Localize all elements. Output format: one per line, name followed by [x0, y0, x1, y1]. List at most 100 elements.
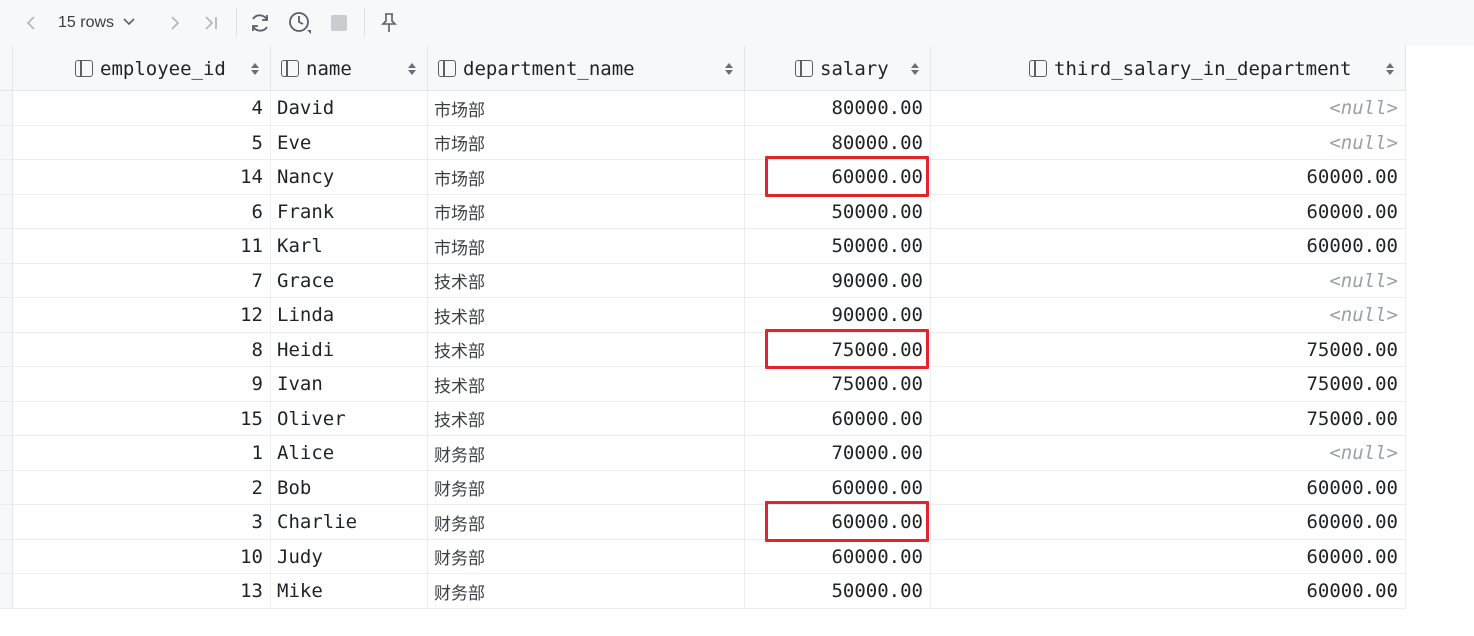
pin-tab-button[interactable] [375, 9, 403, 37]
cell-name[interactable]: Heidi [271, 332, 428, 367]
row-gutter[interactable] [0, 574, 13, 608]
cell-employee-id[interactable]: 3 [13, 505, 271, 540]
cell-department-name[interactable]: 技术部 [428, 367, 745, 402]
cell-third-salary-in-department[interactable]: 60000.00 [931, 470, 1406, 505]
cell-employee-id[interactable]: 7 [13, 263, 271, 298]
refresh-button[interactable] [246, 9, 274, 37]
cell-name[interactable]: Grace [271, 263, 428, 298]
cell-employee-id[interactable]: 2 [13, 470, 271, 505]
table-row[interactable]: 15 Oliver 技术部 60000.00 75000.00 [0, 401, 1406, 436]
table-row[interactable]: 3 Charlie 财务部 60000.00 60000.00 [0, 505, 1406, 540]
cell-department-name[interactable]: 财务部 [428, 574, 745, 609]
sort-icon[interactable] [1385, 62, 1395, 76]
cell-salary[interactable]: 50000.00 [745, 574, 931, 609]
cell-department-name[interactable]: 技术部 [428, 332, 745, 367]
cell-third-salary-in-department[interactable]: 60000.00 [931, 160, 1406, 195]
cell-department-name[interactable]: 财务部 [428, 539, 745, 574]
cell-department-name[interactable]: 市场部 [428, 229, 745, 264]
cell-third-salary-in-department[interactable]: 60000.00 [931, 229, 1406, 264]
table-row[interactable]: 8 Heidi 技术部 75000.00 75000.00 [0, 332, 1406, 367]
cell-department-name[interactable]: 市场部 [428, 194, 745, 229]
table-row[interactable]: 6 Frank 市场部 50000.00 60000.00 [0, 194, 1406, 229]
page-size-select[interactable]: 15 rows [58, 9, 136, 37]
next-page-button[interactable] [160, 9, 188, 37]
cell-third-salary-in-department[interactable]: <null> [931, 263, 1406, 298]
cell-employee-id[interactable]: 5 [13, 125, 271, 160]
cell-department-name[interactable]: 财务部 [428, 505, 745, 540]
row-gutter[interactable] [0, 263, 13, 297]
cell-third-salary-in-department[interactable]: <null> [931, 298, 1406, 333]
cell-name[interactable]: Oliver [271, 401, 428, 436]
column-header-third-salary-in-department[interactable]: third_salary_in_department [931, 46, 1406, 91]
cell-salary[interactable]: 80000.00 [745, 91, 931, 126]
cell-salary[interactable]: 60000.00 [745, 401, 931, 436]
cell-employee-id[interactable]: 11 [13, 229, 271, 264]
cell-salary[interactable]: 50000.00 [745, 194, 931, 229]
cell-department-name[interactable]: 技术部 [428, 263, 745, 298]
cell-salary[interactable]: 70000.00 [745, 436, 931, 471]
row-gutter[interactable] [0, 91, 13, 125]
cell-third-salary-in-department[interactable]: 75000.00 [931, 367, 1406, 402]
cell-third-salary-in-department[interactable]: 60000.00 [931, 539, 1406, 574]
cell-third-salary-in-department[interactable]: <null> [931, 91, 1406, 126]
cell-employee-id[interactable]: 8 [13, 332, 271, 367]
cell-employee-id[interactable]: 4 [13, 91, 271, 126]
table-row[interactable]: 11 Karl 市场部 50000.00 60000.00 [0, 229, 1406, 264]
sort-icon[interactable] [724, 62, 734, 76]
table-row[interactable]: 7 Grace 技术部 90000.00 <null> [0, 263, 1406, 298]
sort-icon[interactable] [250, 62, 260, 76]
cell-name[interactable]: Karl [271, 229, 428, 264]
column-header-employee-id[interactable]: employee_id [13, 46, 271, 91]
cell-employee-id[interactable]: 10 [13, 539, 271, 574]
cell-salary[interactable]: 80000.00 [745, 125, 931, 160]
row-gutter[interactable] [0, 229, 13, 263]
cell-name[interactable]: Alice [271, 436, 428, 471]
cell-employee-id[interactable]: 12 [13, 298, 271, 333]
row-gutter[interactable] [0, 401, 13, 435]
table-row[interactable]: 4 David 市场部 80000.00 <null> [0, 91, 1406, 126]
cell-third-salary-in-department[interactable]: 60000.00 [931, 574, 1406, 609]
cell-salary[interactable]: 50000.00 [745, 229, 931, 264]
row-gutter[interactable] [0, 160, 13, 194]
stop-button[interactable] [325, 9, 353, 37]
row-gutter[interactable] [0, 470, 13, 504]
table-row[interactable]: 12 Linda 技术部 90000.00 <null> [0, 298, 1406, 333]
sort-icon[interactable] [910, 62, 920, 76]
sort-icon[interactable] [407, 62, 417, 76]
cell-department-name[interactable]: 市场部 [428, 125, 745, 160]
cell-department-name[interactable]: 财务部 [428, 436, 745, 471]
row-gutter[interactable] [0, 125, 13, 159]
table-row[interactable]: 2 Bob 财务部 60000.00 60000.00 [0, 470, 1406, 505]
cell-third-salary-in-department[interactable]: <null> [931, 436, 1406, 471]
cell-name[interactable]: Linda [271, 298, 428, 333]
cell-name[interactable]: Charlie [271, 505, 428, 540]
table-row[interactable]: 1 Alice 财务部 70000.00 <null> [0, 436, 1406, 471]
row-gutter[interactable] [0, 194, 13, 228]
cell-department-name[interactable]: 市场部 [428, 91, 745, 126]
cell-name[interactable]: Frank [271, 194, 428, 229]
row-gutter[interactable] [0, 332, 13, 366]
row-gutter[interactable] [0, 298, 13, 332]
cell-employee-id[interactable]: 13 [13, 574, 271, 609]
cell-name[interactable]: Judy [271, 539, 428, 574]
column-header-salary[interactable]: salary [745, 46, 931, 91]
previous-page-button[interactable] [18, 9, 46, 37]
cell-salary[interactable]: 60000.00 [745, 470, 931, 505]
row-gutter[interactable] [0, 367, 13, 401]
cell-employee-id[interactable]: 1 [13, 436, 271, 471]
cell-salary[interactable]: 75000.00 [745, 367, 931, 402]
cell-salary[interactable]: 90000.00 [745, 298, 931, 333]
cell-employee-id[interactable]: 6 [13, 194, 271, 229]
cell-third-salary-in-department[interactable]: 75000.00 [931, 332, 1406, 367]
history-button[interactable] [286, 9, 314, 37]
cell-name[interactable]: David [271, 91, 428, 126]
cell-department-name[interactable]: 技术部 [428, 298, 745, 333]
cell-name[interactable]: Ivan [271, 367, 428, 402]
table-row[interactable]: 9 Ivan 技术部 75000.00 75000.00 [0, 367, 1406, 402]
last-page-button[interactable] [197, 9, 225, 37]
column-header-department-name[interactable]: department_name [428, 46, 745, 91]
cell-third-salary-in-department[interactable]: 60000.00 [931, 505, 1406, 540]
table-row[interactable]: 13 Mike 财务部 50000.00 60000.00 [0, 574, 1406, 609]
cell-employee-id[interactable]: 15 [13, 401, 271, 436]
table-row[interactable]: 10 Judy 财务部 60000.00 60000.00 [0, 539, 1406, 574]
